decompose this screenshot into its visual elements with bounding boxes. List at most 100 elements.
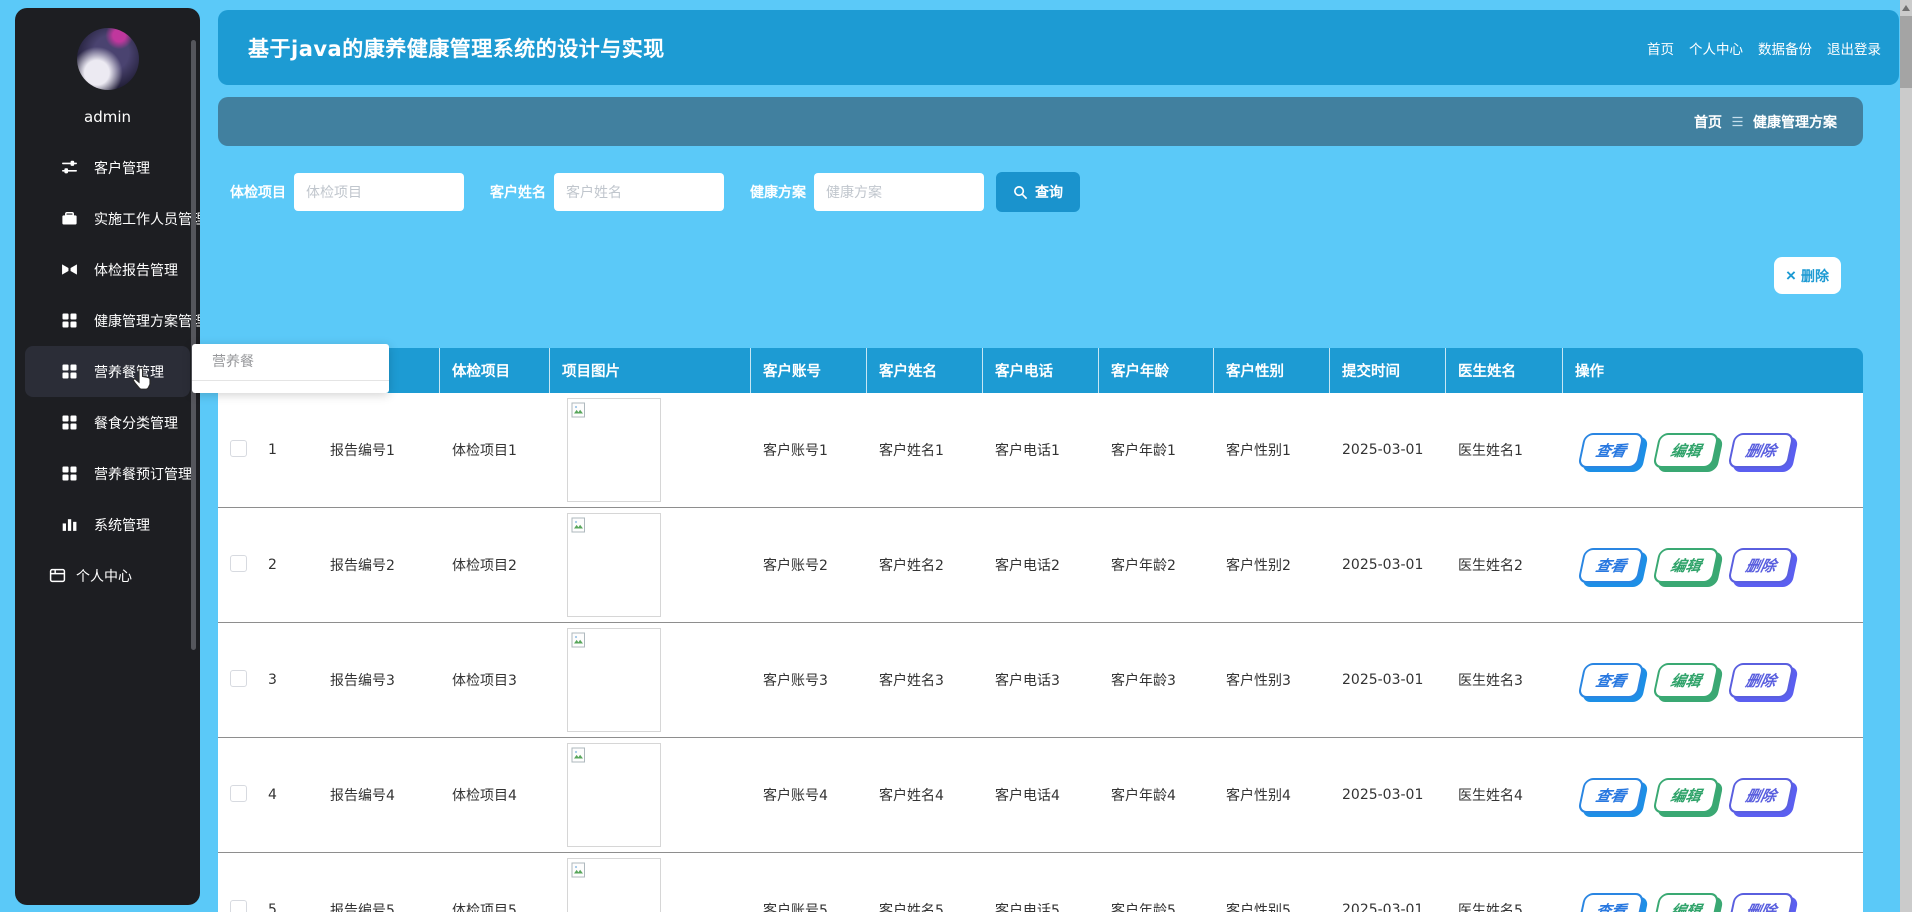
page-scrollbar[interactable] xyxy=(1900,0,1912,912)
header-phone: 客户电话 xyxy=(983,348,1099,393)
sidebar-item-label: 营养餐预订管理 xyxy=(94,464,192,484)
delete-row-button[interactable]: 删除 xyxy=(1727,548,1794,583)
cell-account: 客户账号1 xyxy=(751,393,867,508)
broken-image-icon xyxy=(571,747,586,763)
row-checkbox[interactable] xyxy=(230,555,247,572)
edit-button[interactable]: 编辑 xyxy=(1652,663,1719,698)
cell-age: 客户年龄4 xyxy=(1099,738,1214,853)
edit-button[interactable]: 编辑 xyxy=(1652,548,1719,583)
cell-gender: 客户性别1 xyxy=(1214,393,1330,508)
grid-icon xyxy=(61,414,78,431)
cell-report-no: 报告编号5 xyxy=(318,853,440,912)
sidebar-item-customer-mgmt[interactable]: 客户管理 xyxy=(15,142,200,193)
submenu-popup: 营养餐 xyxy=(192,344,389,393)
username: admin xyxy=(15,108,200,126)
row-checkbox[interactable] xyxy=(230,670,247,687)
cell-customer-name: 客户姓名5 xyxy=(867,853,983,912)
nav-profile[interactable]: 个人中心 xyxy=(1689,38,1743,58)
edit-button[interactable]: 编辑 xyxy=(1652,433,1719,468)
cell-account: 客户账号4 xyxy=(751,738,867,853)
sidebar-item-meal-booking-mgmt[interactable]: 营养餐预订管理 xyxy=(15,448,200,499)
cell-account: 客户账号2 xyxy=(751,508,867,623)
sidebar-item-label: 系统管理 xyxy=(94,515,150,535)
sidebar-item-exam-report-mgmt[interactable]: 体检报告管理 xyxy=(15,244,200,295)
view-button[interactable]: 查看 xyxy=(1577,548,1644,583)
cell-submit-time: 2025-03-01 xyxy=(1330,508,1446,623)
submenu-item-nutrition-meal[interactable]: 营养餐 xyxy=(192,344,389,381)
header-item-image: 项目图片 xyxy=(550,348,751,393)
grid-icon xyxy=(61,363,78,380)
cell-exam-item: 体检项目3 xyxy=(440,623,550,738)
scrollbar-thumb[interactable] xyxy=(1900,16,1912,88)
sidebar-item-label: 实施工作人员管理 xyxy=(94,209,200,229)
sidebar-item-nutrition-meal-mgmt[interactable]: 营养餐管理 xyxy=(25,346,190,397)
bulk-delete-button[interactable]: × 删除 xyxy=(1774,257,1841,294)
view-button[interactable]: 查看 xyxy=(1577,433,1644,468)
cell-customer-name: 客户姓名3 xyxy=(867,623,983,738)
table-header: 体检项目 项目图片 客户账号 客户姓名 客户电话 客户年龄 客户性别 提交时间 … xyxy=(218,348,1863,393)
edit-button[interactable]: 编辑 xyxy=(1652,778,1719,813)
row-actions: 查看 编辑 删除 xyxy=(1575,778,1863,813)
cell-report-no: 报告编号3 xyxy=(318,623,440,738)
cell-phone: 客户电话4 xyxy=(983,738,1099,853)
edit-button[interactable]: 编辑 xyxy=(1652,893,1719,912)
item-image xyxy=(567,743,661,847)
scrollbar-up-arrow-icon[interactable] xyxy=(1902,5,1910,11)
sidebar-item-health-plan-mgmt[interactable]: 健康管理方案管理 xyxy=(15,295,200,346)
item-image xyxy=(567,858,661,912)
search-icon xyxy=(1013,185,1028,200)
cell-index: 1 xyxy=(256,393,318,508)
view-button[interactable]: 查看 xyxy=(1577,893,1644,912)
cell-doctor-name: 医生姓名2 xyxy=(1446,508,1563,623)
cell-age: 客户年龄2 xyxy=(1099,508,1214,623)
filter-label-customer-name: 客户姓名 xyxy=(490,182,546,202)
delete-row-button[interactable]: 删除 xyxy=(1727,663,1794,698)
cell-exam-item: 体检项目1 xyxy=(440,393,550,508)
cell-phone: 客户电话5 xyxy=(983,853,1099,912)
cell-report-no: 报告编号1 xyxy=(318,393,440,508)
breadcrumb-home[interactable]: 首页 xyxy=(1694,112,1722,132)
cell-phone: 客户电话3 xyxy=(983,623,1099,738)
table-row: 2 报告编号2 体检项目2 客户账号2 客户姓名2 客户电话2 客户年龄2 客户… xyxy=(218,508,1863,623)
nav-logout[interactable]: 退出登录 xyxy=(1827,38,1881,58)
sidebar-item-staff-mgmt[interactable]: 实施工作人员管理 xyxy=(15,193,200,244)
row-checkbox[interactable] xyxy=(230,785,247,802)
delete-row-button[interactable]: 删除 xyxy=(1727,893,1794,912)
cell-doctor-name: 医生姓名5 xyxy=(1446,853,1563,912)
delete-row-button[interactable]: 删除 xyxy=(1727,433,1794,468)
sidebar-item-label: 客户管理 xyxy=(94,158,150,178)
cell-phone: 客户电话1 xyxy=(983,393,1099,508)
cell-phone: 客户电话2 xyxy=(983,508,1099,623)
sidebar-item-profile[interactable]: 个人中心 xyxy=(15,550,200,601)
view-button[interactable]: 查看 xyxy=(1577,778,1644,813)
row-checkbox[interactable] xyxy=(230,900,247,912)
delete-row-button[interactable]: 删除 xyxy=(1727,778,1794,813)
header-account: 客户账号 xyxy=(751,348,867,393)
row-checkbox[interactable] xyxy=(230,440,247,457)
nav-home[interactable]: 首页 xyxy=(1647,38,1674,58)
nav-data-backup[interactable]: 数据备份 xyxy=(1758,38,1812,58)
header-exam-item: 体检项目 xyxy=(440,348,550,393)
cell-gender: 客户性别2 xyxy=(1214,508,1330,623)
cell-doctor-name: 医生姓名1 xyxy=(1446,393,1563,508)
table-body: 1 报告编号1 体检项目1 客户账号1 客户姓名1 客户电话1 客户年龄1 客户… xyxy=(218,393,1863,912)
grid-icon xyxy=(61,465,78,482)
item-image xyxy=(567,513,661,617)
exam-item-input[interactable] xyxy=(294,173,464,211)
close-icon: × xyxy=(1786,267,1796,284)
customer-name-input[interactable] xyxy=(554,173,724,211)
sidebar-item-meal-category-mgmt[interactable]: 餐食分类管理 xyxy=(15,397,200,448)
broken-image-icon xyxy=(571,517,586,533)
sidebar-item-label: 餐食分类管理 xyxy=(94,413,178,433)
filter-label-exam-item: 体检项目 xyxy=(230,182,286,202)
search-button[interactable]: 查询 xyxy=(996,172,1080,212)
cell-gender: 客户性别3 xyxy=(1214,623,1330,738)
view-button[interactable]: 查看 xyxy=(1577,663,1644,698)
bulk-delete-label: 删除 xyxy=(1801,266,1829,286)
cell-customer-name: 客户姓名4 xyxy=(867,738,983,853)
cell-report-no: 报告编号2 xyxy=(318,508,440,623)
health-plan-input[interactable] xyxy=(814,173,984,211)
sidebar-item-system-mgmt[interactable]: 系统管理 xyxy=(15,499,200,550)
header-age: 客户年龄 xyxy=(1099,348,1214,393)
table-row: 3 报告编号3 体检项目3 客户账号3 客户姓名3 客户电话3 客户年龄3 客户… xyxy=(218,623,1863,738)
